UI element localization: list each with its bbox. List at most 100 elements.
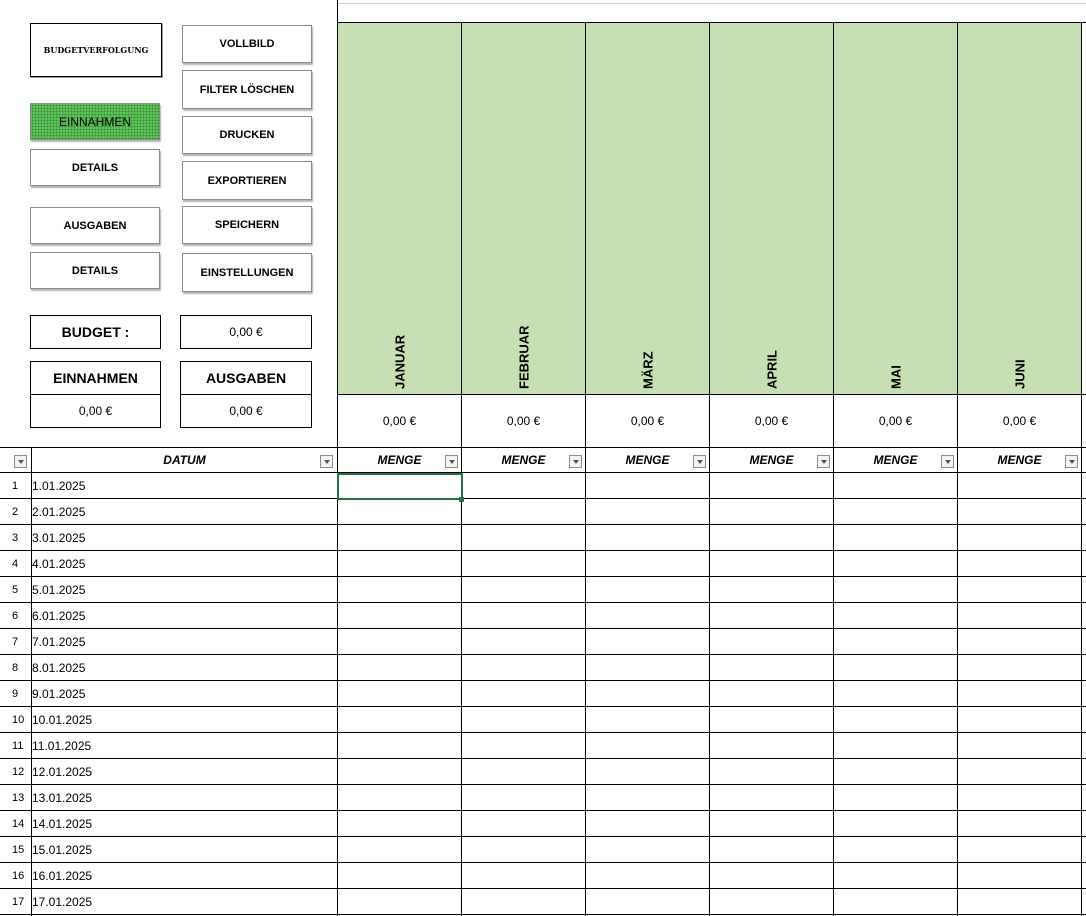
- fill-handle[interactable]: [459, 497, 464, 502]
- table-row[interactable]: 8 8.01.2025: [0, 655, 1086, 681]
- budget-label: BUDGET :: [30, 315, 161, 349]
- menge-header-text: MENGE: [749, 453, 794, 467]
- menge-filter-dropdown-icon[interactable]: [941, 455, 954, 468]
- export-label: EXPORTIEREN: [207, 174, 287, 187]
- month-column-januar: JANUAR: [338, 23, 462, 394]
- row-number: 17: [12, 895, 25, 908]
- row-date: 16.01.2025: [32, 868, 93, 883]
- income-button-label: EINNAHMEN: [58, 114, 131, 129]
- table-row[interactable]: 1 1.01.2025: [0, 473, 1086, 499]
- menge-header-text: MENGE: [377, 453, 422, 467]
- save-button[interactable]: SPEICHERN: [182, 206, 312, 244]
- row-date: 10.01.2025: [32, 712, 93, 727]
- row-number: 15: [12, 843, 25, 856]
- income-total-value: 0,00 €: [30, 394, 161, 428]
- row-filter-dropdown-icon[interactable]: [14, 455, 27, 468]
- row-number: 11: [12, 739, 24, 752]
- fullscreen-button[interactable]: VOLLBILD: [182, 25, 312, 63]
- row-date: 6.01.2025: [32, 608, 86, 623]
- clear-filter-button[interactable]: FILTER LÖSCHEN: [182, 70, 312, 109]
- row-number: 7: [12, 635, 19, 648]
- total-maerz-text: 0,00 €: [630, 414, 665, 428]
- menge-filter-dropdown-icon[interactable]: [693, 455, 706, 468]
- menge-filter-dropdown-icon[interactable]: [569, 455, 582, 468]
- income-total-label: EINNAHMEN: [30, 361, 161, 395]
- menge-header-april: MENGE: [710, 448, 834, 472]
- table-row[interactable]: 2 2.01.2025: [0, 499, 1086, 525]
- row-number: 16: [12, 869, 25, 882]
- table-row[interactable]: 7 7.01.2025: [0, 629, 1086, 655]
- month-label-april: APRIL: [764, 350, 779, 389]
- menge-header-juni: MENGE: [958, 448, 1082, 472]
- month-column-juni: JUNI: [958, 23, 1082, 394]
- row-date: 4.01.2025: [32, 556, 86, 571]
- month-label-maerz: MÄRZ: [640, 351, 655, 389]
- expense-total-value-text: 0,00 €: [229, 404, 263, 418]
- clear-filter-label: FILTER LÖSCHEN: [199, 83, 295, 96]
- month-column-februar: FEBRUAR: [462, 23, 586, 394]
- date-header-text: DATUM: [163, 453, 206, 467]
- expenses-details-label: DETAILS: [71, 264, 119, 277]
- menge-header-februar: MENGE: [462, 448, 586, 472]
- table-row[interactable]: 6 6.01.2025: [0, 603, 1086, 629]
- print-button[interactable]: DRUCKEN: [182, 116, 312, 154]
- table-row[interactable]: 5 5.01.2025: [0, 577, 1086, 603]
- row-number: 2: [12, 505, 19, 518]
- table-row[interactable]: 16 16.01.2025: [0, 863, 1086, 889]
- row-date: 12.01.2025: [32, 764, 93, 779]
- row-number: 14: [12, 817, 25, 830]
- row-number: 12: [12, 765, 25, 778]
- table-row[interactable]: 10 10.01.2025: [0, 707, 1086, 733]
- table-row[interactable]: 4 4.01.2025: [0, 551, 1086, 577]
- row-number: 5: [12, 583, 19, 596]
- menge-header-mai: MENGE: [834, 448, 958, 472]
- income-total-value-text: 0,00 €: [78, 404, 113, 418]
- total-juni-text: 0,00 €: [1002, 414, 1037, 428]
- menge-header-januar: MENGE: [338, 448, 462, 472]
- income-button[interactable]: EINNAHMEN: [30, 103, 160, 140]
- budget-value: 0,00 €: [180, 315, 312, 349]
- row-number: 8: [12, 661, 19, 674]
- settings-label: EINSTELLUNGEN: [200, 266, 294, 279]
- row-number: 9: [12, 687, 19, 700]
- table-row[interactable]: 13 13.01.2025: [0, 785, 1086, 811]
- row-number: 1: [12, 479, 19, 492]
- table-row[interactable]: 11 11.01.2025: [0, 733, 1086, 759]
- total-januar: 0,00 €: [338, 395, 462, 447]
- table-row[interactable]: 15 15.01.2025: [0, 837, 1086, 863]
- menge-filter-dropdown-icon[interactable]: [1065, 455, 1078, 468]
- total-mai: 0,00 €: [834, 395, 958, 447]
- expense-total-label: AUSGABEN: [180, 361, 312, 395]
- table-row[interactable]: 14 14.01.2025: [0, 811, 1086, 837]
- menge-filter-dropdown-icon[interactable]: [445, 455, 458, 468]
- total-februar: 0,00 €: [462, 395, 586, 447]
- income-total-label-text: EINNAHMEN: [53, 370, 138, 386]
- date-filter-dropdown-icon[interactable]: [320, 455, 333, 468]
- table-row[interactable]: 17 17.01.2025: [0, 889, 1086, 915]
- row-number: 13: [12, 791, 25, 804]
- date-column-header: DATUM: [32, 448, 337, 472]
- total-februar-text: 0,00 €: [506, 414, 541, 428]
- settings-button[interactable]: EINSTELLUNGEN: [182, 253, 312, 292]
- month-label-februar: FEBRUAR: [516, 325, 531, 389]
- income-details-label: DETAILS: [71, 161, 119, 174]
- month-label-mai: MAI: [888, 365, 903, 389]
- table-row[interactable]: 9 9.01.2025: [0, 681, 1086, 707]
- selected-cell[interactable]: [337, 473, 463, 500]
- row-date: 17.01.2025: [32, 894, 93, 909]
- row-date: 3.01.2025: [32, 530, 86, 545]
- row-date: 15.01.2025: [32, 842, 93, 857]
- expenses-details-button[interactable]: DETAILS: [30, 252, 160, 289]
- month-label-januar: JANUAR: [392, 334, 407, 389]
- expenses-button[interactable]: AUSGABEN: [30, 207, 160, 244]
- table-row[interactable]: 12 12.01.2025: [0, 759, 1086, 785]
- row-number: 6: [12, 609, 19, 622]
- table-row[interactable]: 3 3.01.2025: [0, 525, 1086, 551]
- menge-header-text: MENGE: [873, 453, 918, 467]
- row-date: 1.01.2025: [32, 478, 86, 493]
- menge-filter-dropdown-icon[interactable]: [817, 455, 830, 468]
- row-date: 13.01.2025: [32, 790, 93, 805]
- export-button[interactable]: EXPORTIEREN: [182, 161, 312, 200]
- income-details-button[interactable]: DETAILS: [30, 149, 160, 186]
- total-januar-text: 0,00 €: [382, 414, 417, 428]
